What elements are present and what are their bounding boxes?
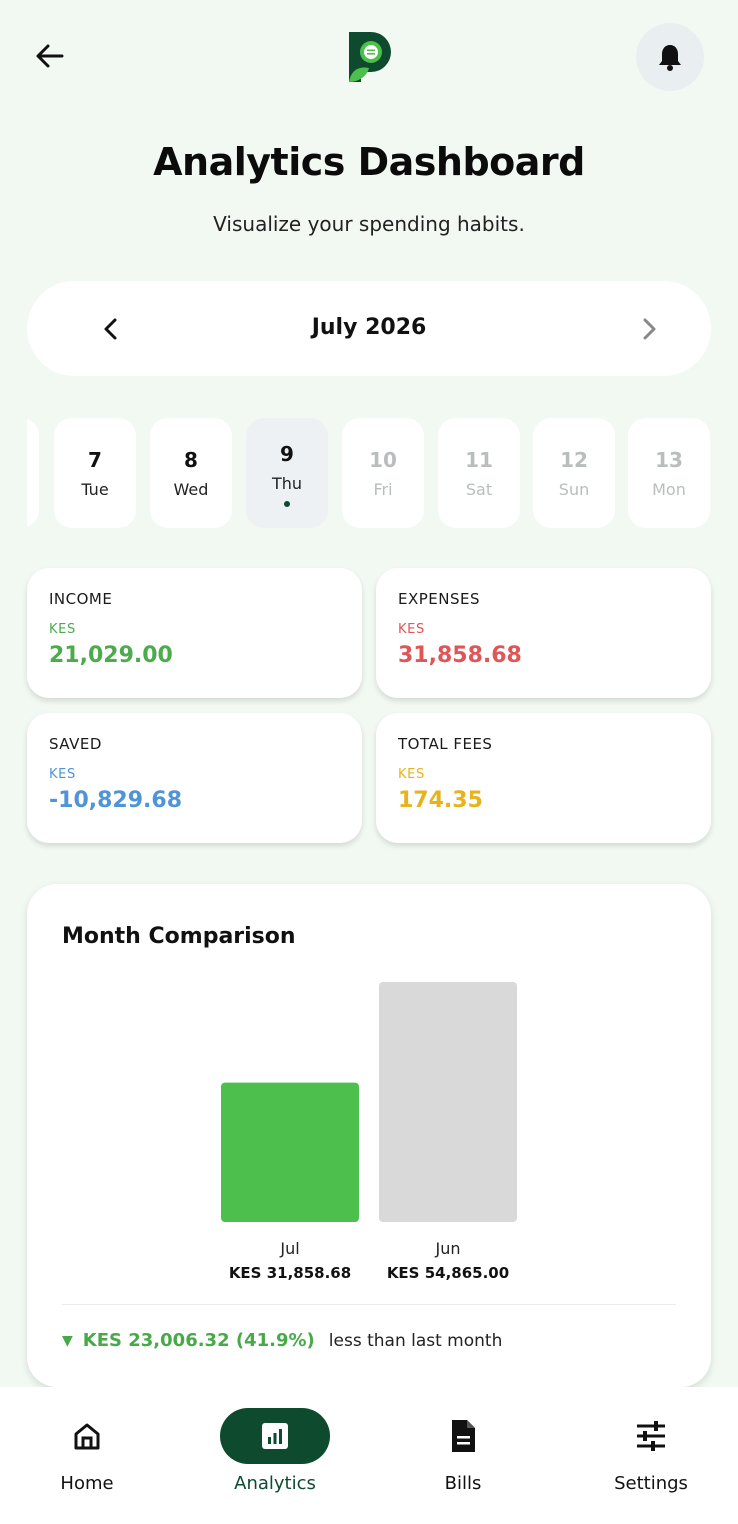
income-value: 21,029.00 bbox=[49, 643, 173, 668]
saved-currency: KES bbox=[49, 767, 76, 782]
arrow-left-icon bbox=[36, 44, 64, 68]
day-number: 10 bbox=[369, 448, 397, 472]
day-item[interactable]: 10 Fri bbox=[342, 418, 424, 528]
day-item[interactable]: 8 Wed bbox=[150, 418, 232, 528]
day-number: 7 bbox=[88, 448, 102, 472]
nav-bills[interactable]: Bills bbox=[371, 1387, 555, 1524]
nav-home-label: Home bbox=[60, 1473, 114, 1494]
bar-category-label: Jun bbox=[435, 1239, 461, 1258]
nav-settings[interactable]: Settings bbox=[559, 1387, 738, 1524]
top-bar bbox=[0, 0, 738, 110]
bar-jun bbox=[379, 982, 517, 1222]
nav-settings-label: Settings bbox=[614, 1473, 688, 1494]
nav-analytics[interactable]: Analytics bbox=[183, 1387, 367, 1524]
analytics-icon bbox=[262, 1423, 288, 1449]
bottom-navigation: Home Analytics Bills Settings bbox=[0, 1387, 738, 1524]
fees-value: 174.35 bbox=[398, 788, 483, 813]
income-label: INCOME bbox=[49, 590, 113, 608]
saved-value: -10,829.68 bbox=[49, 788, 182, 813]
day-of-week: Sat bbox=[465, 480, 493, 499]
expenses-value: 31,858.68 bbox=[398, 643, 522, 668]
home-icon bbox=[74, 1423, 100, 1450]
comparison-note: less than last month bbox=[328, 1330, 503, 1351]
income-card[interactable]: INCOME KES 21,029.00 bbox=[27, 568, 362, 698]
bar-category-label: Jul bbox=[279, 1239, 299, 1258]
saved-card[interactable]: SAVED KES -10,829.68 bbox=[27, 713, 362, 843]
day-strip[interactable]: 7 Tue 8 Wed 9 Thu 10 Fri 11 Sat 12 Sun 1… bbox=[27, 418, 711, 528]
page-subtitle: Visualize your spending habits. bbox=[213, 212, 525, 236]
day-of-week: Sun bbox=[558, 480, 590, 499]
fees-currency: KES bbox=[398, 767, 425, 782]
fees-card[interactable]: TOTAL FEES KES 174.35 bbox=[376, 713, 711, 843]
bar-value-label: KES 31,858.68 bbox=[229, 1264, 351, 1282]
day-number: 9 bbox=[280, 442, 294, 466]
chevron-right-icon bbox=[643, 318, 656, 340]
back-button[interactable] bbox=[30, 36, 70, 76]
notifications-button[interactable] bbox=[636, 23, 704, 91]
month-comparison-card: Month Comparison Jul KES 31,858.68 Jun KES … bbox=[27, 884, 711, 1387]
next-month-button[interactable] bbox=[631, 311, 667, 347]
month-selector: July 2026 bbox=[27, 281, 711, 376]
nav-bills-label: Bills bbox=[444, 1473, 482, 1494]
day-of-week: Tue bbox=[81, 480, 109, 499]
month-label: July 2026 bbox=[311, 315, 427, 340]
saved-label: SAVED bbox=[49, 735, 102, 753]
day-item[interactable]: 11 Sat bbox=[438, 418, 520, 528]
expenses-card[interactable]: EXPENSES KES 31,858.68 bbox=[376, 568, 711, 698]
nav-home[interactable]: Home bbox=[0, 1387, 179, 1524]
bar-jul bbox=[221, 1082, 359, 1222]
day-number: 8 bbox=[184, 448, 198, 472]
day-item-selected[interactable]: 9 Thu bbox=[246, 418, 328, 528]
comparison-chart: Jul KES 31,858.68 Jun KES 54,865.00 bbox=[221, 982, 517, 1282]
day-of-week: Thu bbox=[271, 474, 303, 493]
day-item[interactable]: 12 Sun bbox=[533, 418, 615, 528]
divider bbox=[62, 1304, 676, 1305]
selected-dot bbox=[284, 501, 290, 507]
page-title: Analytics Dashboard bbox=[153, 140, 585, 184]
sliders-icon bbox=[637, 1421, 665, 1451]
income-currency: KES bbox=[49, 622, 76, 637]
day-of-week: Fri bbox=[373, 480, 393, 499]
app-logo bbox=[347, 30, 393, 84]
bar-value-label: KES 54,865.00 bbox=[387, 1264, 509, 1282]
day-number: 11 bbox=[465, 448, 493, 472]
bell-icon bbox=[659, 45, 681, 71]
triangle-down-icon: ▼ bbox=[62, 1332, 73, 1349]
day-of-week: Mon bbox=[652, 480, 686, 499]
expenses-label: EXPENSES bbox=[398, 590, 481, 608]
day-item-partial[interactable] bbox=[27, 418, 39, 528]
day-of-week: Wed bbox=[173, 480, 209, 499]
day-item[interactable]: 13 Mon bbox=[628, 418, 710, 528]
expenses-currency: KES bbox=[398, 622, 425, 637]
day-item[interactable]: 7 Tue bbox=[54, 418, 136, 528]
day-number: 12 bbox=[560, 448, 588, 472]
comparison-difference: KES 23,006.32 (41.9%) bbox=[82, 1330, 315, 1351]
day-number: 13 bbox=[655, 448, 683, 472]
document-icon bbox=[452, 1420, 475, 1452]
fees-label: TOTAL FEES bbox=[398, 735, 493, 753]
nav-analytics-label: Analytics bbox=[234, 1473, 316, 1494]
comparison-footer: ▼ KES 23,006.32 (41.9%) less than last m… bbox=[62, 1330, 502, 1351]
